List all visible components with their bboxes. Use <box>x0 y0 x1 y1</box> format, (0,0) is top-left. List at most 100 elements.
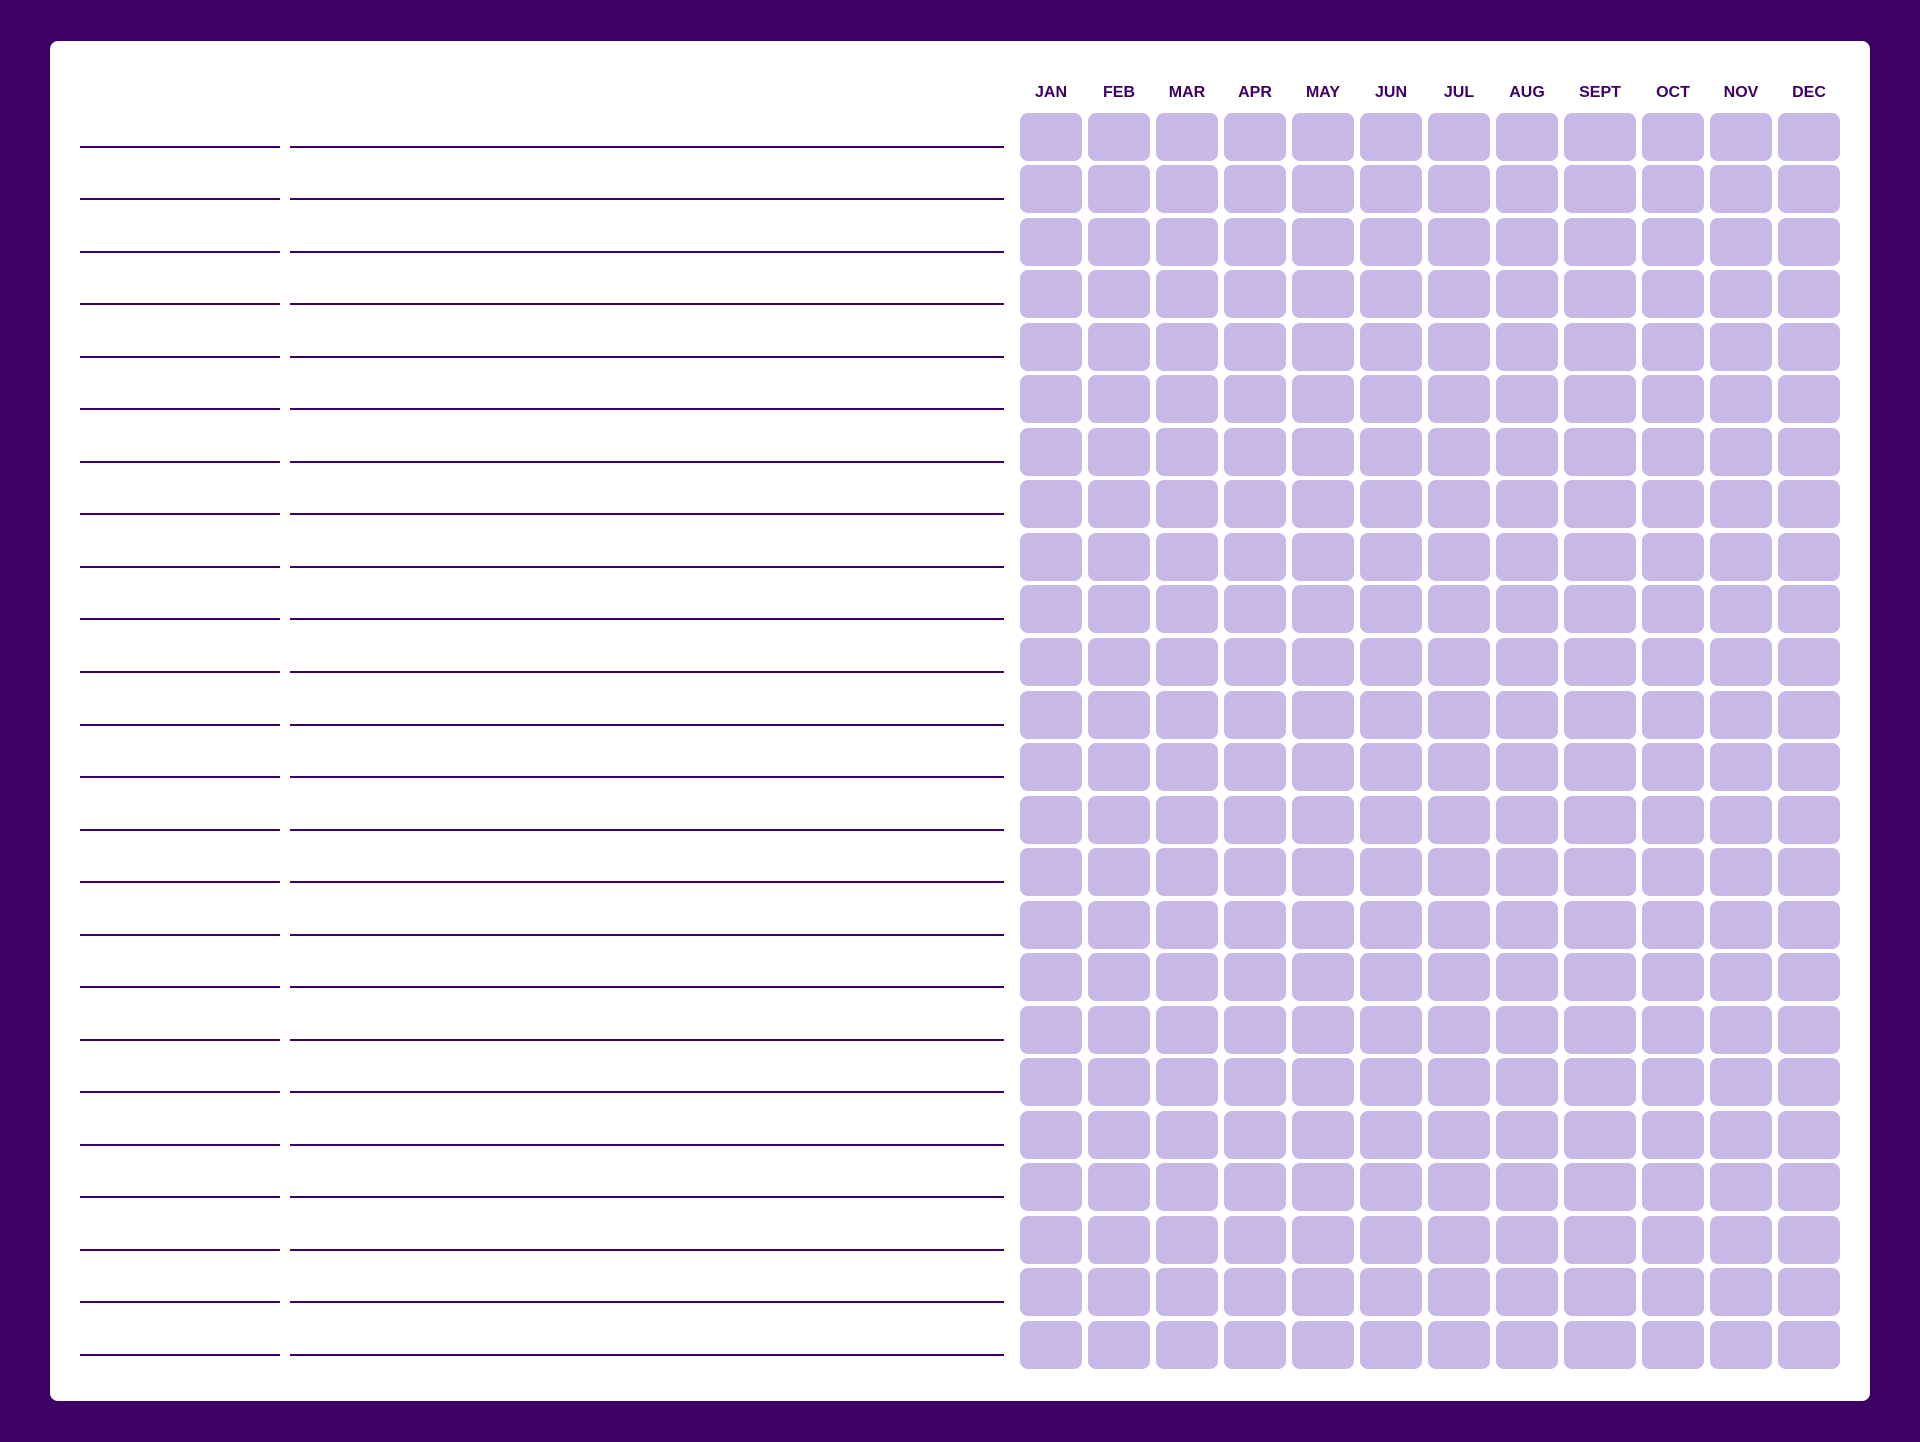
checkbox-apr-row-22[interactable] <box>1224 1216 1286 1264</box>
checkbox-mar-row-10[interactable] <box>1156 585 1218 633</box>
checkbox-aug-row-3[interactable] <box>1496 218 1558 266</box>
checkbox-may-row-6[interactable] <box>1292 375 1354 423</box>
day-input-4[interactable] <box>80 283 280 305</box>
checkbox-jun-row-14[interactable] <box>1360 796 1422 844</box>
checkbox-jan-row-9[interactable] <box>1020 533 1082 581</box>
checkbox-sept-row-6[interactable] <box>1564 375 1636 423</box>
day-input-7[interactable] <box>80 441 280 463</box>
checkbox-aug-row-7[interactable] <box>1496 428 1558 476</box>
checkbox-jun-row-20[interactable] <box>1360 1111 1422 1159</box>
bill-input-6[interactable] <box>290 388 1004 410</box>
checkbox-jun-row-3[interactable] <box>1360 218 1422 266</box>
checkbox-jun-row-13[interactable] <box>1360 743 1422 791</box>
checkbox-feb-row-23[interactable] <box>1088 1268 1150 1316</box>
checkbox-feb-row-14[interactable] <box>1088 796 1150 844</box>
checkbox-oct-row-16[interactable] <box>1642 901 1704 949</box>
checkbox-oct-row-8[interactable] <box>1642 480 1704 528</box>
checkbox-jul-row-4[interactable] <box>1428 270 1490 318</box>
bill-input-12[interactable] <box>290 704 1004 726</box>
checkbox-jan-row-15[interactable] <box>1020 848 1082 896</box>
checkbox-may-row-18[interactable] <box>1292 1006 1354 1054</box>
checkbox-jul-row-8[interactable] <box>1428 480 1490 528</box>
checkbox-may-row-17[interactable] <box>1292 953 1354 1001</box>
checkbox-oct-row-21[interactable] <box>1642 1163 1704 1211</box>
checkbox-jul-row-5[interactable] <box>1428 323 1490 371</box>
checkbox-apr-row-9[interactable] <box>1224 533 1286 581</box>
checkbox-feb-row-16[interactable] <box>1088 901 1150 949</box>
checkbox-feb-row-7[interactable] <box>1088 428 1150 476</box>
checkbox-jan-row-23[interactable] <box>1020 1268 1082 1316</box>
checkbox-nov-row-22[interactable] <box>1710 1216 1772 1264</box>
day-input-3[interactable] <box>80 231 280 253</box>
checkbox-nov-row-24[interactable] <box>1710 1321 1772 1369</box>
checkbox-nov-row-20[interactable] <box>1710 1111 1772 1159</box>
checkbox-mar-row-19[interactable] <box>1156 1058 1218 1106</box>
checkbox-dec-row-24[interactable] <box>1778 1321 1840 1369</box>
checkbox-may-row-7[interactable] <box>1292 428 1354 476</box>
checkbox-aug-row-19[interactable] <box>1496 1058 1558 1106</box>
checkbox-mar-row-20[interactable] <box>1156 1111 1218 1159</box>
checkbox-feb-row-10[interactable] <box>1088 585 1150 633</box>
day-input-13[interactable] <box>80 756 280 778</box>
checkbox-jul-row-17[interactable] <box>1428 953 1490 1001</box>
checkbox-apr-row-21[interactable] <box>1224 1163 1286 1211</box>
checkbox-jun-row-7[interactable] <box>1360 428 1422 476</box>
checkbox-may-row-20[interactable] <box>1292 1111 1354 1159</box>
checkbox-nov-row-15[interactable] <box>1710 848 1772 896</box>
checkbox-jan-row-22[interactable] <box>1020 1216 1082 1264</box>
checkbox-aug-row-10[interactable] <box>1496 585 1558 633</box>
checkbox-nov-row-2[interactable] <box>1710 165 1772 213</box>
checkbox-may-row-5[interactable] <box>1292 323 1354 371</box>
checkbox-sept-row-5[interactable] <box>1564 323 1636 371</box>
checkbox-jun-row-5[interactable] <box>1360 323 1422 371</box>
checkbox-jan-row-10[interactable] <box>1020 585 1082 633</box>
checkbox-feb-row-24[interactable] <box>1088 1321 1150 1369</box>
checkbox-apr-row-3[interactable] <box>1224 218 1286 266</box>
bill-input-7[interactable] <box>290 441 1004 463</box>
checkbox-jun-row-24[interactable] <box>1360 1321 1422 1369</box>
checkbox-nov-row-6[interactable] <box>1710 375 1772 423</box>
checkbox-dec-row-1[interactable] <box>1778 113 1840 161</box>
checkbox-jun-row-18[interactable] <box>1360 1006 1422 1054</box>
checkbox-jul-row-7[interactable] <box>1428 428 1490 476</box>
checkbox-apr-row-6[interactable] <box>1224 375 1286 423</box>
checkbox-nov-row-7[interactable] <box>1710 428 1772 476</box>
day-input-22[interactable] <box>80 1229 280 1251</box>
checkbox-mar-row-4[interactable] <box>1156 270 1218 318</box>
checkbox-aug-row-14[interactable] <box>1496 796 1558 844</box>
checkbox-jan-row-2[interactable] <box>1020 165 1082 213</box>
checkbox-jul-row-20[interactable] <box>1428 1111 1490 1159</box>
checkbox-apr-row-18[interactable] <box>1224 1006 1286 1054</box>
checkbox-nov-row-19[interactable] <box>1710 1058 1772 1106</box>
checkbox-mar-row-9[interactable] <box>1156 533 1218 581</box>
checkbox-jun-row-21[interactable] <box>1360 1163 1422 1211</box>
checkbox-aug-row-15[interactable] <box>1496 848 1558 896</box>
checkbox-dec-row-10[interactable] <box>1778 585 1840 633</box>
checkbox-jan-row-7[interactable] <box>1020 428 1082 476</box>
checkbox-apr-row-1[interactable] <box>1224 113 1286 161</box>
checkbox-mar-row-22[interactable] <box>1156 1216 1218 1264</box>
checkbox-feb-row-2[interactable] <box>1088 165 1150 213</box>
bill-input-9[interactable] <box>290 546 1004 568</box>
checkbox-oct-row-14[interactable] <box>1642 796 1704 844</box>
checkbox-apr-row-13[interactable] <box>1224 743 1286 791</box>
checkbox-feb-row-19[interactable] <box>1088 1058 1150 1106</box>
checkbox-mar-row-15[interactable] <box>1156 848 1218 896</box>
checkbox-mar-row-8[interactable] <box>1156 480 1218 528</box>
day-input-15[interactable] <box>80 861 280 883</box>
checkbox-jan-row-11[interactable] <box>1020 638 1082 686</box>
bill-input-15[interactable] <box>290 861 1004 883</box>
checkbox-mar-row-13[interactable] <box>1156 743 1218 791</box>
checkbox-jan-row-6[interactable] <box>1020 375 1082 423</box>
checkbox-jan-row-1[interactable] <box>1020 113 1082 161</box>
checkbox-jan-row-19[interactable] <box>1020 1058 1082 1106</box>
checkbox-dec-row-5[interactable] <box>1778 323 1840 371</box>
bill-input-1[interactable] <box>290 126 1004 148</box>
checkbox-feb-row-1[interactable] <box>1088 113 1150 161</box>
bill-input-4[interactable] <box>290 283 1004 305</box>
checkbox-sept-row-9[interactable] <box>1564 533 1636 581</box>
checkbox-sept-row-19[interactable] <box>1564 1058 1636 1106</box>
checkbox-may-row-22[interactable] <box>1292 1216 1354 1264</box>
checkbox-oct-row-5[interactable] <box>1642 323 1704 371</box>
bill-input-16[interactable] <box>290 914 1004 936</box>
